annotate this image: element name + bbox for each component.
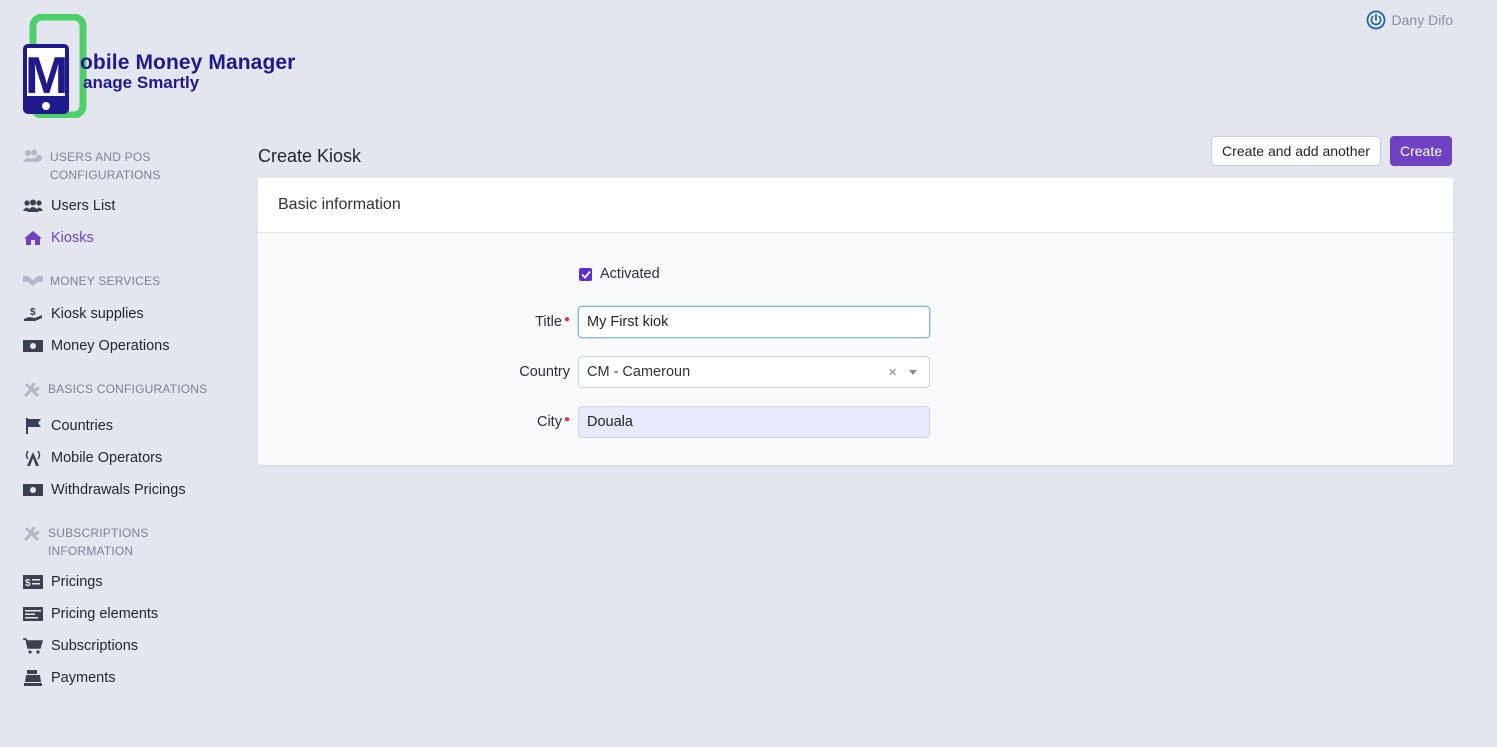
- section-title: BASICS CONFIGURATIONS: [23, 380, 233, 404]
- brand-tagline: anage Smartly: [83, 73, 200, 92]
- create-button[interactable]: Create: [1390, 136, 1452, 166]
- sidebar-section-basics: BASICS CONFIGURATIONS Countries Mobile O…: [23, 380, 233, 506]
- title-label: Title ●: [535, 314, 570, 330]
- money-bill-icon: [23, 482, 43, 498]
- sidebar-item-payments[interactable]: Payments: [23, 662, 233, 694]
- activated-label: Activated: [600, 266, 660, 282]
- country-select[interactable]: CM - Cameroun ×: [578, 356, 930, 388]
- sidebar-section-money-services: MONEY SERVICES $ Kiosk supplies Money Op…: [23, 272, 233, 362]
- hand-coin-icon: $: [23, 306, 43, 322]
- clear-icon[interactable]: ×: [888, 364, 897, 381]
- section-title: SUBSCRIPTIONS INFORMATION: [23, 524, 233, 560]
- sidebar-section-subscriptions: SUBSCRIPTIONS INFORMATION $ Pricings Pri…: [23, 524, 233, 694]
- home-icon: [23, 230, 43, 246]
- list-card-icon: [23, 606, 43, 622]
- title-input[interactable]: My First kiok: [578, 306, 930, 338]
- city-input[interactable]: Douala: [578, 406, 930, 438]
- users-cog-icon: [23, 149, 43, 168]
- users-icon: [23, 198, 43, 214]
- app-logo[interactable]: M obile Money Manager anage Smartly: [22, 14, 296, 118]
- svg-text:$: $: [30, 307, 36, 318]
- broadcast-tower-icon: [23, 450, 43, 466]
- section-title: USERS AND POS CONFIGURATIONS: [23, 148, 233, 184]
- flag-icon: [23, 418, 43, 434]
- power-icon: [1366, 10, 1386, 30]
- cart-icon: [23, 638, 43, 654]
- sidebar: USERS AND POS CONFIGURATIONS Users List …: [23, 148, 233, 712]
- money-bill-icon: [23, 338, 43, 354]
- country-row: Country CM - Cameroun ×: [266, 356, 930, 388]
- country-label: Country: [519, 364, 570, 380]
- sidebar-section-users: USERS AND POS CONFIGURATIONS Users List …: [23, 148, 233, 254]
- sidebar-item-kiosks[interactable]: Kiosks: [23, 222, 233, 254]
- sidebar-item-money-operations[interactable]: Money Operations: [23, 330, 233, 362]
- cash-register-icon: [23, 670, 43, 686]
- card-header: Basic information: [258, 178, 1453, 233]
- sidebar-item-pricing-elements[interactable]: Pricing elements: [23, 598, 233, 630]
- handshake-icon: [23, 273, 43, 292]
- form-card: Basic information Activated Title ● My Fi…: [258, 178, 1453, 465]
- dollar-list-icon: $: [23, 574, 43, 590]
- activated-row: Activated: [579, 266, 660, 282]
- activated-field[interactable]: Activated: [579, 266, 660, 282]
- page-title: Create Kiosk: [258, 146, 362, 166]
- user-name: Dany Difo: [1391, 12, 1453, 28]
- sidebar-item-users-list[interactable]: Users List: [23, 190, 233, 222]
- sidebar-item-pricings[interactable]: $ Pricings: [23, 566, 233, 598]
- svg-text:M: M: [25, 47, 68, 105]
- create-and-add-another-button[interactable]: Create and add another: [1211, 136, 1381, 166]
- tools-icon: [23, 525, 41, 548]
- user-menu[interactable]: Dany Difo: [1366, 10, 1453, 30]
- title-row: Title ● My First kiok: [266, 306, 930, 338]
- sidebar-item-kiosk-supplies[interactable]: $ Kiosk supplies: [23, 298, 233, 330]
- city-label: City ●: [536, 414, 570, 430]
- tools-icon: [23, 381, 41, 404]
- sidebar-item-withdrawals-pricings[interactable]: Withdrawals Pricings: [23, 474, 233, 506]
- sidebar-item-countries[interactable]: Countries: [23, 410, 233, 442]
- check-icon: [580, 270, 591, 279]
- section-title: MONEY SERVICES: [23, 272, 233, 292]
- sidebar-item-mobile-operators[interactable]: Mobile Operators: [23, 442, 233, 474]
- svg-text:$: $: [25, 578, 31, 589]
- brand-title: obile Money Manager: [80, 51, 296, 74]
- chevron-down-icon[interactable]: [909, 369, 917, 375]
- sidebar-item-subscriptions[interactable]: Subscriptions: [23, 630, 233, 662]
- activated-checkbox[interactable]: [579, 267, 592, 281]
- city-row: City ● Douala: [266, 406, 930, 438]
- country-value: CM - Cameroun: [587, 364, 691, 380]
